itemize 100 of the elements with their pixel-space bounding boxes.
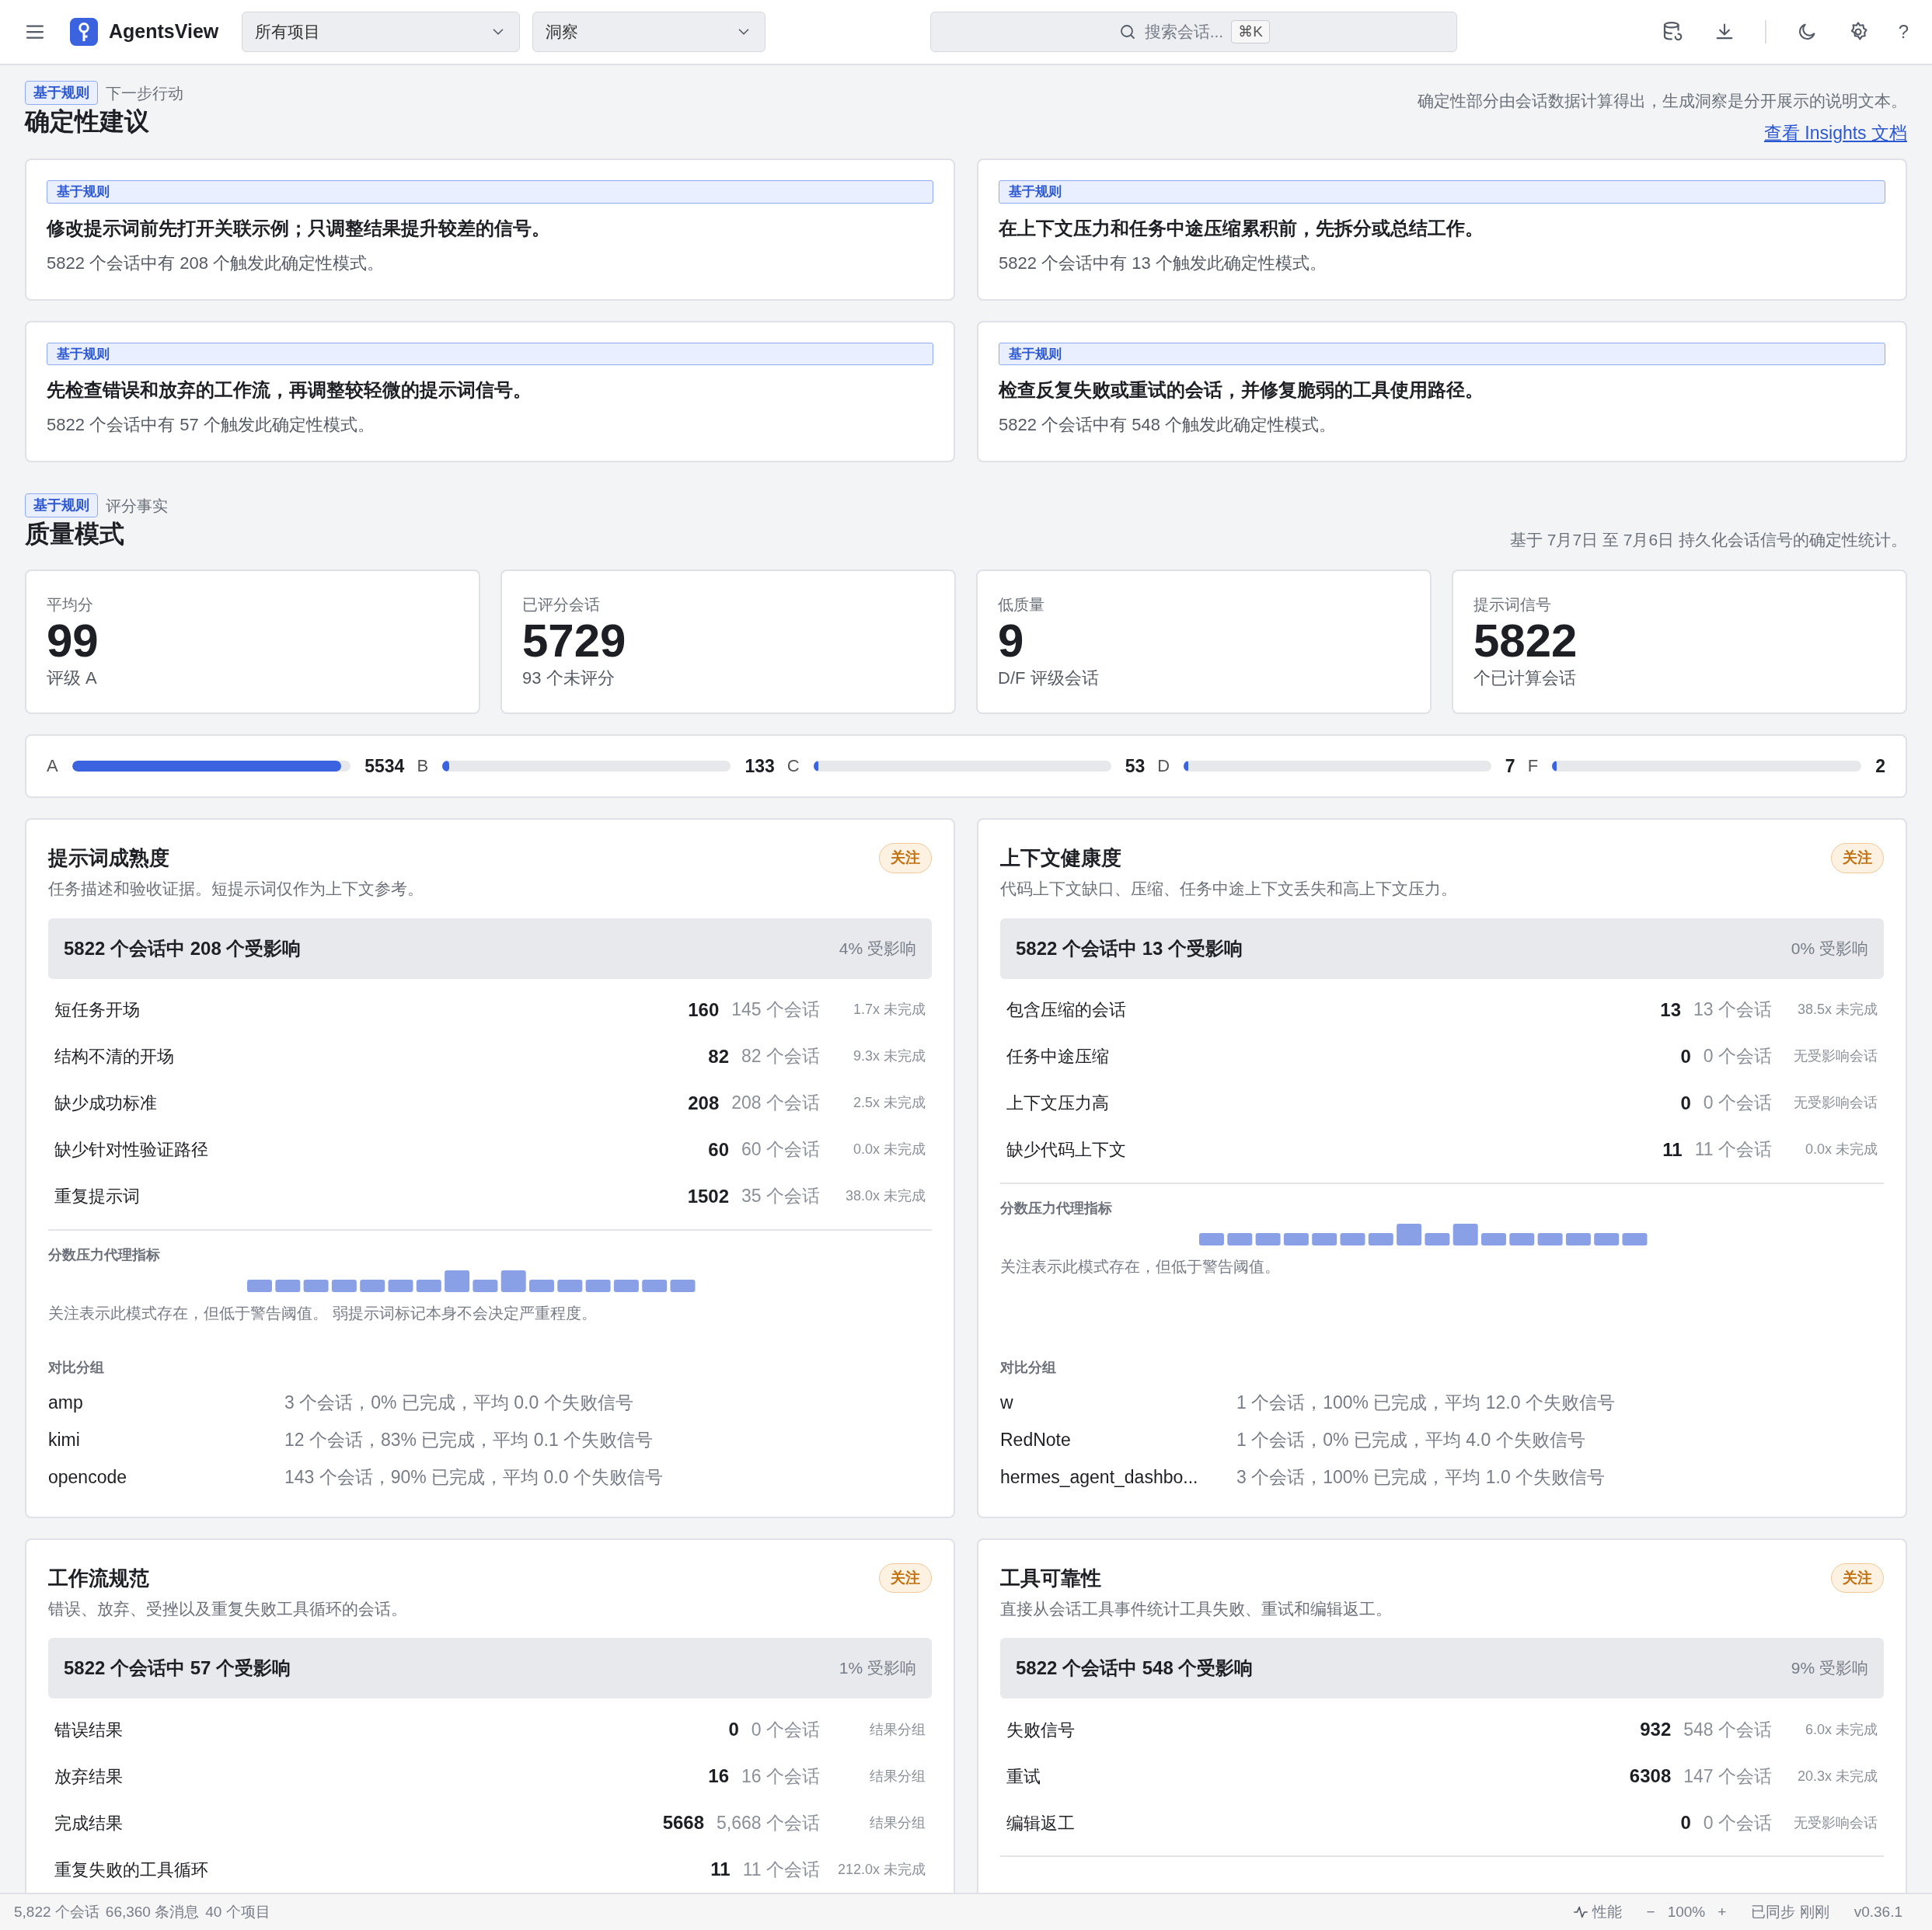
- group-name: opencode: [48, 1466, 128, 1489]
- status-badge: 关注: [879, 1562, 932, 1594]
- section-note: 确定性部分由会话数据计算得出，生成洞察是分开展示的说明文本。: [1418, 91, 1907, 111]
- zoom-out-button[interactable]: −: [1646, 1900, 1655, 1924]
- rule-tag: 基于规则: [999, 342, 1885, 365]
- help-button[interactable]: ?: [1898, 18, 1909, 46]
- metric-value: 0: [728, 1718, 739, 1741]
- stat-value: 99: [47, 615, 99, 665]
- grade-label: F: [1527, 755, 1539, 778]
- grade-label: C: [786, 755, 800, 778]
- view-select[interactable]: 洞察: [532, 12, 766, 52]
- status-text: 66,360 条消息: [105, 1902, 200, 1921]
- metric-ratio: 结果分组: [869, 1720, 926, 1739]
- stat-label: 提示词信号: [1473, 594, 1552, 615]
- metric-value: 60: [708, 1137, 729, 1162]
- session-count: 35 个会话: [741, 1185, 820, 1208]
- pattern-title: 上下文健康度: [1000, 845, 1121, 871]
- metric-ratio: 1.7x 未完成: [852, 1001, 926, 1019]
- stat-subtext: D/F 评级会话: [998, 667, 1100, 689]
- status-badge: 关注: [1831, 843, 1884, 873]
- proxy-label: 分数压力代理指标: [48, 1245, 161, 1264]
- session-count: 60 个会话: [741, 1138, 820, 1162]
- metric-value: 0: [1680, 1811, 1691, 1834]
- group-name: hermes_agent_dashbo...: [1000, 1466, 1199, 1489]
- pattern-description: 直接从会话工具事件统计工具失败、重试和编辑返工。: [1000, 1598, 1393, 1619]
- rule-tag: 基于规则: [47, 180, 933, 204]
- session-count: 82 个会话: [741, 1045, 820, 1068]
- session-count: 548 个会话: [1683, 1718, 1772, 1741]
- grade-count: 133: [745, 754, 775, 778]
- section-title: 质量模式: [25, 519, 125, 549]
- metric-label: 任务中途压缩: [1006, 1046, 1109, 1068]
- affected-share: 1% 受影响: [839, 1658, 916, 1679]
- metric-value: 208: [688, 1091, 720, 1115]
- app-name: AgentsView: [109, 19, 219, 44]
- stat-subtext: 93 个未评分: [522, 667, 616, 689]
- metric-ratio: 无受影响会话: [1793, 1813, 1878, 1832]
- pattern-title: 工作流规范: [48, 1565, 149, 1591]
- session-count: 0 个会话: [751, 1718, 820, 1741]
- session-count: 208 个会话: [731, 1092, 820, 1115]
- docs-link[interactable]: 查看 Insights 文档: [1763, 119, 1907, 146]
- status-badge: 关注: [1831, 1562, 1884, 1594]
- recommendation-title: 检查反复失败或重试的会话，并修复脆弱的工具使用路径。: [999, 378, 1484, 402]
- section-subtitle: 下一步行动: [106, 83, 183, 103]
- project-select[interactable]: 所有项目: [242, 12, 521, 52]
- proxy-label: 分数压力代理指标: [1000, 1199, 1113, 1218]
- metric-value: 1502: [687, 1184, 729, 1208]
- recommendation-detail: 5822 个会话中有 13 个触发此确定性模式。: [999, 252, 1327, 274]
- rule-tag: 基于规则: [25, 81, 98, 105]
- zoom-in-button[interactable]: +: [1718, 1900, 1727, 1924]
- stat-label: 平均分: [47, 594, 94, 615]
- group-detail: 1 个会话，100% 已完成，平均 12.0 个失败信号: [1236, 1392, 1615, 1415]
- metric-label: 放弃结果: [54, 1765, 123, 1788]
- metric-label: 缺少成功标准: [54, 1092, 157, 1114]
- pattern-description: 错误、放弃、受挫以及重复失败工具循环的会话。: [48, 1598, 408, 1619]
- metric-value: 11: [1662, 1137, 1683, 1162]
- session-count: 0 个会话: [1703, 1811, 1772, 1834]
- metric-label: 编辑返工: [1006, 1812, 1075, 1834]
- pattern-note: 关注表示此模式存在，但低于警告阈值。 弱提示词标记本身不会决定严重程度。: [48, 1303, 598, 1323]
- metric-value: 13: [1660, 998, 1681, 1022]
- pattern-description: 任务描述和验收证据。短提示词仅作为上下文参考。: [48, 879, 424, 899]
- grade-label: D: [1157, 755, 1170, 778]
- zoom-level: 100%: [1667, 1902, 1706, 1921]
- metric-ratio: 20.3x 未完成: [1796, 1767, 1878, 1785]
- metric-ratio: 无受影响会话: [1793, 1047, 1878, 1065]
- session-count: 0 个会话: [1703, 1092, 1772, 1115]
- metric-label: 结构不清的开场: [54, 1046, 174, 1068]
- recommendation-title: 先检查错误和放弃的工作流，再调整较轻微的提示词信号。: [47, 378, 532, 402]
- group-detail: 143 个会话，90% 已完成，平均 0.0 个失败信号: [284, 1466, 663, 1489]
- grade-label: A: [47, 755, 58, 778]
- metric-ratio: 0.0x 未完成: [852, 1141, 926, 1158]
- metric-label: 完成结果: [54, 1812, 123, 1834]
- pattern-note: 关注表示此模式存在，但低于警告阈值。: [1000, 1256, 1281, 1277]
- stat-value: 9: [998, 615, 1025, 665]
- group-detail: 3 个会话，0% 已完成，平均 0.0 个失败信号: [284, 1392, 633, 1415]
- group-detail: 12 个会话，83% 已完成，平均 0.1 个失败信号: [284, 1429, 654, 1452]
- shortcut-hint: ⌘K: [1231, 19, 1270, 44]
- pattern-description: 代码上下文缺口、压缩、任务中途上下文丢失和高上下文压力。: [1000, 879, 1458, 899]
- section-note: 基于 7月7日 至 7月6日 持久化会话信号的确定性统计。: [1509, 530, 1907, 550]
- metric-label: 短任务开场: [54, 999, 140, 1021]
- section-subtitle: 评分事实: [106, 496, 168, 516]
- rule-tag: 基于规则: [25, 493, 98, 517]
- grade-count: 7: [1505, 754, 1515, 778]
- stat-value: 5822: [1473, 615, 1578, 665]
- grade-label: B: [417, 755, 429, 778]
- section-title: 确定性建议: [25, 106, 150, 137]
- grade-count: 53: [1125, 754, 1146, 778]
- grade-count: 5534: [364, 754, 405, 778]
- metric-label: 缺少针对性验证路径: [54, 1139, 208, 1161]
- recommendation-detail: 5822 个会话中有 548 个触发此确定性模式。: [999, 414, 1337, 436]
- performance-button[interactable]: 性能: [1571, 1900, 1622, 1924]
- metric-label: 重复失败的工具循环: [54, 1859, 208, 1881]
- metric-label: 缺少代码上下文: [1006, 1139, 1126, 1161]
- metric-ratio: 无受影响会话: [1793, 1094, 1878, 1112]
- search-field[interactable]: 搜索会话... ⌘K: [930, 12, 1458, 52]
- logo-icon: [70, 17, 98, 47]
- group-name: amp: [48, 1392, 84, 1415]
- affected-share: 4% 受影响: [839, 938, 916, 959]
- status-badge: 关注: [879, 843, 932, 873]
- metric-value: 932: [1640, 1718, 1672, 1741]
- version-label: v0.36.1: [1854, 1902, 1902, 1921]
